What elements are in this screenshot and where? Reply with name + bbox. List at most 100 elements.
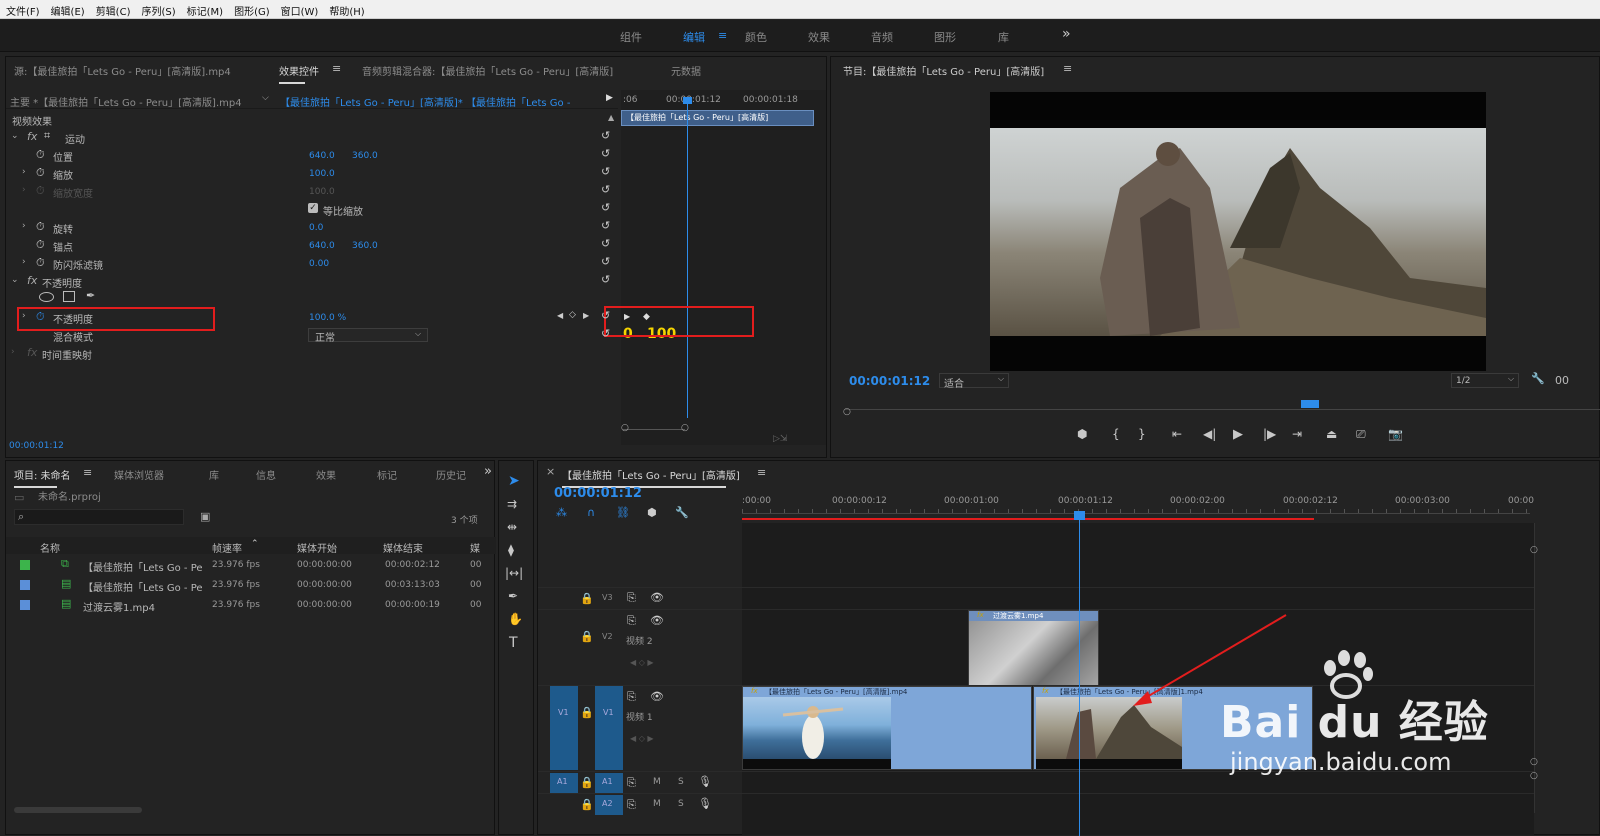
add-marker-icon[interactable]: ⬢ [1077,427,1087,441]
mini-timeline[interactable]: :06 00:00:01:12 00:00:01:18 【最佳旅拍「Lets G… [621,90,826,445]
tab-info[interactable]: 信息 [256,467,276,482]
ws-more-icon[interactable]: » [1062,26,1071,42]
tab-metadata[interactable]: 元数据 [671,63,701,78]
pen-mask-icon[interactable]: ✒ [86,289,95,302]
lock-icon[interactable]: 🔒 [580,798,594,811]
ripple-edit-tool-icon[interactable]: ⇹ [507,520,517,534]
label-color-swatch[interactable] [20,600,30,610]
menu-markers[interactable]: 标记(M) [181,0,228,18]
solo-button[interactable]: S [678,777,684,787]
source-patch-a1[interactable]: A1 [550,773,578,793]
sync-icon[interactable]: ⎘ [627,776,636,790]
rotation-value[interactable]: 0.0 [309,223,323,233]
project-search-input[interactable]: ⌕ [14,509,184,525]
table-row[interactable]: ▤ 【最佳旅拍「Lets Go - Pe 23.976 fps 00:00:00:00… [6,575,496,595]
prev-keyframe-icon[interactable]: ◀ ◇ ▶ [630,658,654,667]
tab-libraries[interactable]: 库 [209,467,219,482]
position-y-value[interactable]: 360.0 [352,151,378,161]
col-fps[interactable]: 帧速率 [212,540,242,555]
blend-mode-select[interactable]: 正常 ⌵ [308,328,428,344]
add-marker-icon[interactable]: ⬢ [647,506,657,519]
scroll-up-icon[interactable]: ▲ [608,113,614,122]
label-color-swatch[interactable] [20,560,30,570]
tab-effect-controls[interactable]: 效果控件 [279,63,319,84]
eye-icon[interactable]: 👁 [650,614,664,627]
reset-blend-icon[interactable]: ↺ [601,327,610,340]
razor-tool-icon[interactable]: ⧫ [508,543,514,557]
position-stopwatch-icon[interactable]: ⏱ [36,148,45,162]
program-scrub-bar[interactable] [845,409,1600,415]
step-back-icon[interactable]: ◀| [1203,427,1216,441]
tab-effects[interactable]: 效果 [316,467,336,482]
menu-help[interactable]: 帮助(H) [323,0,369,18]
menu-file[interactable]: 文件(F) [0,0,45,18]
rotation-stopwatch-icon[interactable]: ⏱ [36,220,45,234]
opacity-group-expand-icon[interactable]: ⌄ [11,275,19,285]
anchor-stopwatch-icon[interactable]: ⏱ [36,238,45,252]
chevron-down-icon[interactable]: ⌵ [262,93,269,103]
solo-button[interactable]: S [678,799,684,809]
timeremap-expand-icon[interactable]: › [11,347,15,357]
timeline-timecode[interactable]: 00:00:01:12 [554,486,642,501]
transform-icon[interactable]: ⌗ [44,129,50,143]
ws-assembly[interactable]: 组件 [620,29,642,45]
export-frame-icon[interactable]: ▷⇲ [773,434,787,444]
program-monitor-title[interactable]: 节目:【最佳旅拍「Lets Go - Peru」[高清版] [843,63,1044,78]
program-playhead[interactable] [1301,400,1319,408]
menu-edit[interactable]: 编辑(E) [45,0,90,18]
rectangle-mask-icon[interactable] [63,291,75,302]
rotation-expand-icon[interactable]: › [22,221,26,231]
close-icon[interactable]: × [546,465,555,478]
settings-wrench-icon[interactable]: 🔧 [675,506,689,519]
pen-tool-icon[interactable]: ✒ [508,589,518,603]
track-select-tool-icon[interactable]: ⇉ [507,497,517,511]
fit-select[interactable]: 适合 ⌵ [939,373,1009,390]
hand-tool-icon[interactable]: ✋ [508,612,523,626]
extract-icon[interactable]: ⎚ [1356,427,1366,442]
program-timecode[interactable]: 00:00:01:12 [849,374,930,388]
selection-tool-icon[interactable]: ➤ [508,473,520,489]
menu-window[interactable]: 窗口(W) [275,0,324,18]
mini-playhead[interactable] [687,98,688,418]
sync-icon[interactable]: ⎘ [627,798,636,812]
reset-uniform-icon[interactable]: ↺ [601,201,610,214]
ws-audio[interactable]: 音频 [871,29,893,45]
play-arrow-icon[interactable]: ▶ [606,93,613,103]
anchor-x-value[interactable]: 640.0 [309,241,335,251]
tab-media-browser[interactable]: 媒体浏览器 [114,467,164,482]
add-keyframe-icon[interactable]: ◇ [569,310,576,320]
panel-menu-icon[interactable]: ≡ [332,62,341,75]
reset-opacity-icon[interactable]: ↺ [601,309,610,322]
vscroll-handle-icon[interactable]: ○ [1530,545,1538,555]
linked-selection-icon[interactable]: ⛓ [616,506,630,519]
sequence-clip-label[interactable]: 【最佳旅拍「Lets Go - Peru」[高清版]* 【最佳旅拍「Lets G… [280,94,570,109]
timeline-sequence-tab[interactable]: 【最佳旅拍「Lets Go - Peru」[高清版] [562,467,740,488]
flicker-stopwatch-icon[interactable]: ⏱ [36,256,45,270]
panel-menu-icon[interactable]: ≡ [83,466,92,479]
clip-a-main[interactable]: fx 【最佳旅拍「Lets Go - Peru」[高清版].mp4 [742,686,1032,770]
eye-icon[interactable]: 👁 [650,690,664,703]
go-to-in-icon[interactable]: ⇤ [1172,427,1182,441]
reset-scale-icon[interactable]: ↺ [601,165,610,178]
table-row[interactable]: ▤ 过渡云雾1.mp4 23.976 fps 00:00:00:00 00:00:00:… [6,595,496,615]
resolution-select[interactable]: 1/2 ⌵ [1451,373,1519,388]
timeline-playhead[interactable] [1079,511,1080,836]
reset-motion-icon[interactable]: ↺ [601,129,610,142]
mark-out-icon[interactable]: } [1138,427,1146,441]
zoom-handle-right-icon[interactable]: ○ [681,423,689,433]
panel-menu-icon[interactable]: ≡ [757,466,766,479]
menu-sequence[interactable]: 序列(S) [135,0,180,18]
col-media-start[interactable]: 媒体开始 [297,540,337,555]
reset-position-icon[interactable]: ↺ [601,147,610,160]
scale-value[interactable]: 100.0 [309,169,335,179]
go-to-out-icon[interactable]: ⇥ [1292,427,1302,441]
project-scrollbar[interactable] [14,807,142,813]
motion-expand-icon[interactable]: ⌄ [11,131,19,141]
flicker-value[interactable]: 0.00 [309,259,329,269]
position-x-value[interactable]: 640.0 [309,151,335,161]
source-patch-v1[interactable]: V1 [550,686,578,770]
label-color-swatch[interactable] [20,580,30,590]
sync-icon[interactable]: ⎘ [627,591,636,605]
ellipse-mask-icon[interactable] [39,292,54,302]
more-tabs-icon[interactable]: » [484,464,492,479]
